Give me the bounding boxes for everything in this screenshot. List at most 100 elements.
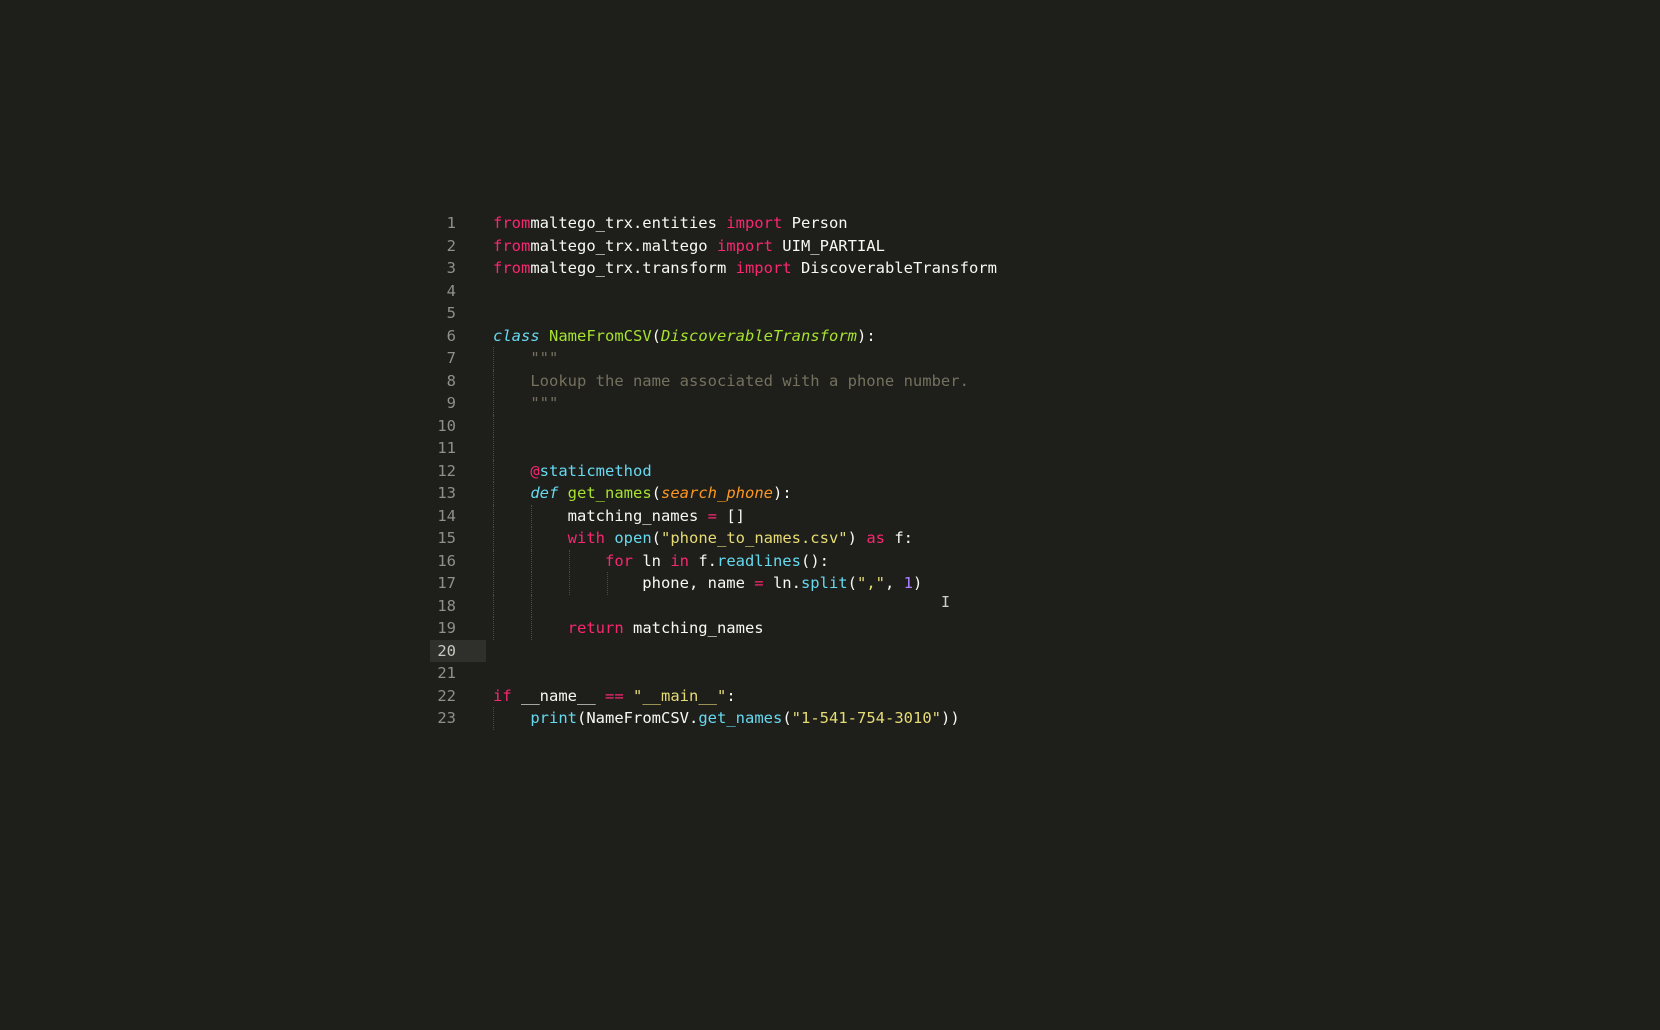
code-token: return — [567, 619, 624, 637]
code-token: maltego_trx.maltego — [530, 236, 717, 255]
code-token: [] — [716, 506, 745, 525]
line-number: 15 — [437, 529, 456, 547]
code-line[interactable]: 11 — [430, 437, 1630, 460]
code-token: from — [493, 259, 531, 277]
code-editor[interactable]: 1 frommaltego_trx.entities import Person 2… — [430, 212, 1630, 730]
code-line[interactable]: 3 frommaltego_trx.transform import Discov… — [430, 257, 1630, 280]
code-token: class — [493, 326, 540, 345]
code-line[interactable]: 21 — [430, 662, 1630, 685]
code-token: matching_names — [623, 619, 764, 637]
code-token: in — [670, 551, 689, 570]
code-token: )) — [940, 709, 960, 727]
code-token: get_names — [698, 709, 783, 727]
code-token: readlines — [716, 551, 801, 570]
code-token: Person — [782, 214, 848, 232]
line-number: 4 — [446, 281, 456, 300]
line-number: 9 — [446, 394, 456, 412]
code-text: """ — [493, 347, 558, 370]
line-number: 16 — [437, 551, 456, 570]
code-token: ( — [651, 326, 662, 345]
line-number: 5 — [446, 304, 456, 322]
line-number: 10 — [437, 416, 456, 435]
code-line[interactable]: 23 print(NameFromCSV.get_names("1-541-75… — [430, 707, 1630, 730]
code-line[interactable]: 12 @staticmethod — [430, 459, 1630, 483]
code-token: : — [726, 686, 736, 705]
code-token: ( — [651, 484, 662, 502]
indent-guide — [493, 594, 494, 617]
code-line[interactable]: 22 if __name__ == "__main__": — [430, 685, 1630, 708]
code-text: print(NameFromCSV.get_names("1-541-754-3… — [493, 707, 960, 730]
code-token: 1 — [903, 574, 913, 592]
indent-guide — [493, 414, 494, 437]
code-token: ): — [856, 326, 876, 345]
code-token: DiscoverableTransform — [791, 259, 997, 277]
code-text: def get_names(search_phone): — [493, 482, 792, 505]
line-number: 18 — [437, 596, 456, 615]
code-text: phone, name = ln.split(",", 1) — [493, 572, 922, 595]
line-number: 14 — [437, 506, 456, 525]
code-line[interactable]: 6 class NameFromCSV(DiscoverableTransform… — [430, 325, 1630, 348]
line-number: 2 — [446, 236, 456, 255]
code-text: class NameFromCSV(DiscoverableTransform)… — [493, 325, 876, 348]
line-number: 12 — [437, 461, 456, 480]
code-line[interactable]: 2 frommaltego_trx.maltego import UIM_PART… — [430, 235, 1630, 258]
code-line[interactable]: 7 """ — [430, 347, 1630, 370]
code-token: ln. — [763, 574, 801, 592]
code-line[interactable]: 16 for ln in f.readlines(): — [430, 549, 1630, 573]
code-token: f: — [884, 529, 913, 547]
indent-guide — [531, 594, 532, 617]
code-text: for ln in f.readlines(): — [493, 550, 829, 573]
code-line[interactable]: 15 with open("phone_to_names.csv") as f: — [430, 527, 1630, 550]
code-token: = — [707, 506, 717, 525]
code-token: ( — [782, 709, 792, 727]
code-text: @staticmethod — [493, 460, 652, 483]
code-token: open — [614, 529, 652, 547]
code-token: (): — [800, 551, 829, 570]
code-token: "__main__" — [633, 686, 727, 705]
code-token: as — [866, 529, 885, 547]
code-line[interactable]: 1 frommaltego_trx.entities import Person — [430, 212, 1630, 235]
code-token: with — [567, 529, 605, 547]
code-token: import — [735, 259, 792, 277]
code-token: staticmethod — [539, 461, 652, 480]
code-text: matching_names = [] — [493, 505, 745, 528]
code-token: """ — [493, 394, 559, 412]
code-token: = — [754, 574, 764, 592]
code-line[interactable]: 10 — [430, 414, 1630, 437]
code-token: phone, name — [493, 574, 755, 592]
code-line[interactable]: 19 return matching_names — [430, 617, 1630, 640]
code-token: __name__ — [511, 686, 605, 705]
line-number: 20 — [430, 639, 486, 662]
code-line[interactable]: 14 matching_names = [] — [430, 504, 1630, 528]
code-line[interactable]: 8 Lookup the name associated with a phon… — [430, 369, 1630, 392]
code-token: NameFromCSV — [549, 326, 652, 345]
code-token: Lookup the name associated with a phone … — [493, 371, 969, 390]
code-token: search_phone — [661, 484, 773, 502]
code-line[interactable]: 9 """ — [430, 392, 1630, 415]
code-token: (NameFromCSV. — [577, 709, 699, 727]
code-line[interactable]: 17 phone, name = ln.split(",", 1) — [430, 572, 1630, 595]
code-token: "phone_to_names.csv" — [661, 529, 848, 547]
code-line[interactable]: 13 def get_names(search_phone): — [430, 482, 1630, 505]
line-number: 6 — [446, 326, 456, 345]
code-line[interactable]: 18 — [430, 594, 1630, 617]
line-number: 7 — [446, 349, 456, 367]
code-token: ( — [651, 529, 661, 547]
line-number: 19 — [437, 619, 456, 637]
text-cursor-icon: I — [941, 593, 951, 611]
code-token: ) — [913, 574, 923, 592]
code-token: DiscoverableTransform — [661, 326, 857, 345]
code-line[interactable]: 20 — [430, 639, 1630, 662]
code-line[interactable]: 5 — [430, 302, 1630, 325]
line-number: 3 — [446, 259, 456, 277]
code-token: , — [884, 574, 904, 592]
code-text: return matching_names — [493, 617, 764, 640]
code-token: ): — [773, 484, 792, 502]
code-line[interactable]: 4 — [430, 280, 1630, 303]
line-number: 11 — [437, 439, 456, 457]
